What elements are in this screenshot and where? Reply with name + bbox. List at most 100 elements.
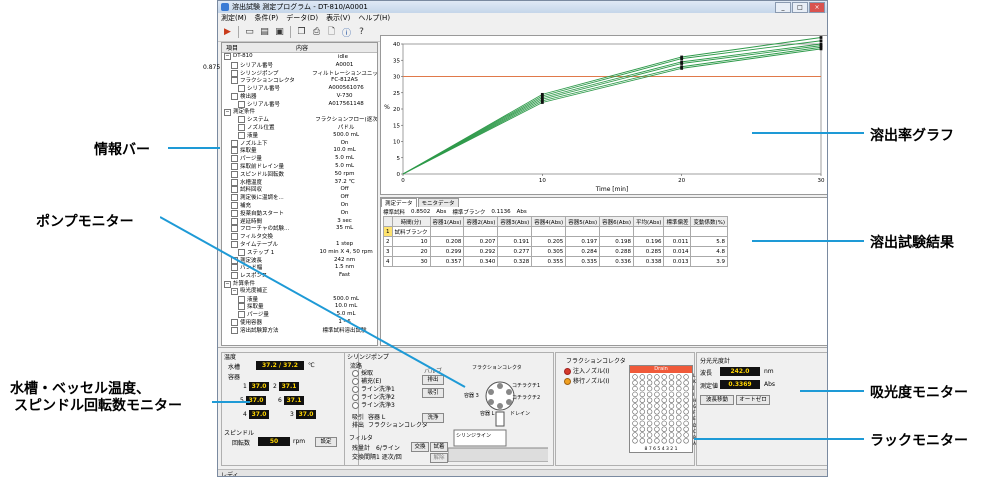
- print-preview-icon[interactable]: 🗋: [325, 26, 338, 39]
- rack-tube[interactable]: [668, 374, 675, 380]
- rack-tube[interactable]: [661, 374, 667, 380]
- rack-tube[interactable]: [654, 403, 660, 409]
- set-button[interactable]: 設定: [315, 437, 337, 447]
- menu-condition[interactable]: 条件(P): [255, 13, 279, 23]
- rack-tube[interactable]: [632, 391, 638, 398]
- rack-tube[interactable]: [632, 385, 638, 392]
- rack-tube[interactable]: [654, 385, 660, 392]
- rack-tube[interactable]: [654, 438, 660, 444]
- info-row[interactable]: 水槽温度 37.2 ℃: [222, 178, 377, 186]
- rack-tube[interactable]: [654, 391, 660, 398]
- rack-tube[interactable]: [668, 409, 675, 415]
- rack-tube[interactable]: [639, 432, 645, 438]
- rack-tube[interactable]: [654, 409, 660, 415]
- rack-tube[interactable]: [683, 380, 689, 386]
- print-icon[interactable]: ⎙: [310, 26, 323, 39]
- info-row[interactable]: フラクションコレクタ FC-812AS: [222, 76, 377, 85]
- rack-tube[interactable]: [639, 426, 645, 432]
- rack-tube[interactable]: [668, 420, 675, 427]
- rack-tube[interactable]: [632, 409, 638, 415]
- test-button[interactable]: 試着: [430, 442, 448, 452]
- rack-tube[interactable]: [646, 374, 653, 380]
- info-row[interactable]: シリアル番号 A000561076: [222, 84, 377, 93]
- info-row[interactable]: 採取前ドレイン量 5.0 mL: [222, 162, 377, 171]
- rack-tube[interactable]: [676, 432, 682, 438]
- rack-tube[interactable]: [668, 385, 675, 392]
- clear-button[interactable]: 解除: [430, 453, 448, 463]
- rack-tube[interactable]: [676, 409, 682, 415]
- rack-tube[interactable]: [668, 432, 675, 438]
- rack-tube[interactable]: [632, 420, 638, 427]
- help-icon[interactable]: ?: [355, 26, 368, 39]
- rack-tube[interactable]: [646, 426, 653, 432]
- fraction-option-move[interactable]: 移行ノズル(I): [564, 376, 609, 385]
- info-row[interactable]: スピンドル回転数 50 rpm: [222, 170, 377, 178]
- rack-tube[interactable]: [676, 426, 682, 432]
- rack-tube[interactable]: [676, 420, 682, 427]
- rack-tube[interactable]: [676, 380, 682, 386]
- info-row[interactable]: 測定後に温調を... Off: [222, 193, 377, 202]
- menu-help[interactable]: ヘルプ(H): [358, 13, 390, 23]
- info-row[interactable]: 検出器 V-730: [222, 92, 377, 100]
- info-row[interactable]: ノズル上下 On: [222, 139, 377, 147]
- rack-tube[interactable]: [683, 385, 689, 392]
- flow-option-wash2[interactable]: ライン洗浄2: [352, 394, 395, 402]
- rack-tube[interactable]: [668, 391, 675, 398]
- rack-tube[interactable]: [632, 414, 638, 421]
- open-file-icon[interactable]: ▤: [258, 26, 271, 39]
- menu-view[interactable]: 表示(V): [326, 13, 350, 23]
- maximize-button[interactable]: □: [792, 2, 808, 13]
- rack-tube[interactable]: [646, 391, 653, 398]
- rack-tube[interactable]: [676, 385, 682, 392]
- info-row[interactable]: 採取量 10.0 mL: [222, 147, 377, 155]
- rack-tube[interactable]: [639, 380, 645, 386]
- info-row[interactable]: システムフラクションフロー(逐次測定): [222, 115, 377, 124]
- wavelength-move-button[interactable]: 波長移動: [700, 395, 734, 405]
- rack-tube[interactable]: [654, 414, 660, 421]
- column-header[interactable]: 容器3(Abs): [497, 216, 533, 227]
- tab-measure-data[interactable]: 測定データ: [381, 198, 417, 207]
- rack-tube[interactable]: [683, 426, 689, 432]
- rack-tube[interactable]: [668, 380, 675, 386]
- rack-tube[interactable]: [676, 397, 682, 403]
- rack-tube[interactable]: [661, 432, 667, 438]
- rack-tube[interactable]: [661, 438, 667, 444]
- rack-tube[interactable]: [654, 397, 660, 403]
- rack-tube[interactable]: [676, 403, 682, 409]
- column-header[interactable]: 平均(Abs): [633, 216, 665, 227]
- close-button[interactable]: ×: [809, 2, 825, 13]
- info-row[interactable]: ノズル位置 パドル: [222, 123, 377, 132]
- rack-tube[interactable]: [632, 426, 638, 432]
- rack-tube[interactable]: [646, 438, 653, 444]
- info-row[interactable]: − 測定条件: [222, 108, 377, 116]
- rack-tube[interactable]: [654, 420, 660, 427]
- rack-tube[interactable]: [646, 409, 653, 415]
- new-file-icon[interactable]: ▭: [243, 26, 256, 39]
- info-row[interactable]: 補充 On: [222, 201, 377, 210]
- rack-tube[interactable]: [668, 414, 675, 421]
- rack-tube[interactable]: [646, 380, 653, 386]
- column-header[interactable]: 変動係数(%): [690, 216, 729, 227]
- tab-monitor-data[interactable]: モニタデータ: [417, 198, 459, 207]
- rack-tube[interactable]: [661, 385, 667, 392]
- flow-option-wash3[interactable]: ライン洗浄3: [352, 402, 395, 410]
- rack-tube[interactable]: [639, 403, 645, 409]
- rack-tube[interactable]: [632, 438, 638, 444]
- info-icon[interactable]: ⓘ: [340, 26, 353, 39]
- rack-tube[interactable]: [668, 438, 675, 444]
- rack-tube[interactable]: [639, 420, 645, 427]
- rack-tube[interactable]: [661, 409, 667, 415]
- rack-tube[interactable]: [646, 403, 653, 409]
- rack-tube[interactable]: [683, 391, 689, 398]
- info-row[interactable]: 液量 500.0 mL: [222, 131, 377, 139]
- info-row[interactable]: 試料回収 Off: [222, 186, 377, 194]
- rack-tube[interactable]: [683, 414, 689, 421]
- rack-tube[interactable]: [661, 403, 667, 409]
- rack-tube[interactable]: [683, 438, 689, 444]
- rack-tube[interactable]: [661, 420, 667, 427]
- rack-tube[interactable]: [683, 432, 689, 438]
- expand-toggle-icon[interactable]: −: [224, 53, 231, 61]
- rack-tube[interactable]: [646, 385, 653, 392]
- copy-icon[interactable]: ❐: [295, 26, 308, 39]
- rack-tube[interactable]: [661, 426, 667, 432]
